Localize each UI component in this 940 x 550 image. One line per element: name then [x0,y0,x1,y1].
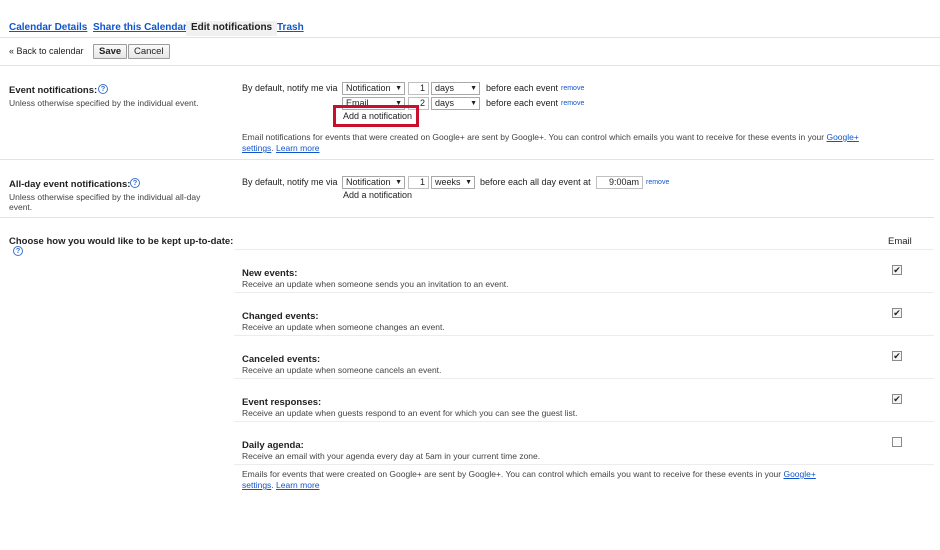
notification-unit-value: weeks [435,177,461,187]
changed-events-title: Changed events: [242,311,319,322]
notification-method-value: Notification [346,177,391,187]
event-responses-checkbox[interactable]: ✔ [892,394,902,404]
notification-method-select[interactable]: Notification ▼ [342,82,405,95]
google-plus-note-text: Emails for events that were created on G… [242,469,784,479]
row-divider [234,335,934,336]
changed-events-checkbox[interactable]: ✔ [892,308,902,318]
event-notifications-subtitle: Unless otherwise specified by the indivi… [9,98,199,108]
before-allday-label: before each all day event at [480,177,591,187]
remove-notification-link[interactable]: remove [561,85,584,92]
changed-events-desc: Receive an update when someone changes a… [242,322,445,332]
canceled-events-title: Canceled events: [242,354,321,365]
notification-amount-input[interactable]: 1 [408,82,429,95]
notification-unit-select[interactable]: days ▼ [431,82,480,95]
event-responses-title: Event responses: [242,397,322,408]
google-plus-settings-link[interactable]: settings [242,480,271,490]
allday-notifications-title: All-day event notifications: [9,179,131,190]
help-icon[interactable]: ? [98,84,108,94]
google-plus-note: Emails for events that were created on G… [242,469,816,490]
google-plus-settings-link[interactable]: Google+ [826,132,858,142]
learn-more-link[interactable]: Learn more [276,143,319,153]
add-notification-link[interactable]: Add a notification [343,111,412,121]
notification-unit-select[interactable]: days ▼ [431,97,480,110]
chevron-down-icon: ▼ [470,100,477,107]
daily-agenda-desc: Receive an email with your agenda every … [242,451,541,461]
canceled-events-desc: Receive an update when someone cancels a… [242,365,442,375]
notification-unit-value: days [435,98,455,108]
email-column-header: Email [888,236,912,247]
chevron-down-icon: ▼ [470,85,477,92]
before-each-event-label: before each event [486,98,559,108]
new-events-desc: Receive an update when someone sends you… [242,279,509,289]
notification-method-value: Notification [346,83,391,93]
daily-agenda-checkbox[interactable] [892,437,902,447]
new-events-checkbox[interactable]: ✔ [892,265,902,275]
tab-edit-notifications[interactable]: Edit notifications [186,21,278,36]
daily-agenda-title: Daily agenda: [242,440,304,451]
remove-notification-link[interactable]: remove [646,179,669,186]
row-divider [234,378,934,379]
default-notify-label: By default, notify me via [242,177,338,187]
add-notification-link[interactable]: Add a notification [343,190,412,200]
toolbar-divider [0,65,940,66]
tabs-divider [0,37,940,38]
google-plus-note: Email notifications for events that were… [242,132,859,153]
canceled-events-checkbox[interactable]: ✔ [892,351,902,361]
tab-calendar-details[interactable]: Calendar Details [9,22,87,35]
tab-share-calendar[interactable]: Share this Calendar [93,22,187,35]
google-plus-settings-link[interactable]: Google+ [783,469,815,479]
allday-notifications-subtitle: Unless otherwise specified by the indivi… [9,192,201,202]
help-icon[interactable]: ? [13,246,23,256]
save-button[interactable]: Save [93,44,128,59]
event-responses-desc: Receive an update when guests respond to… [242,408,578,418]
chevron-down-icon: ▼ [395,85,402,92]
row-divider [234,421,934,422]
time-input[interactable]: 9:00am [596,176,643,189]
chevron-down-icon: ▼ [395,179,402,186]
notification-unit-value: days [435,83,455,93]
default-notify-label: By default, notify me via [242,83,338,93]
section-divider [0,217,934,218]
row-divider [234,292,934,293]
remove-notification-link[interactable]: remove [561,100,584,107]
event-notifications-title: Event notifications: [9,85,98,96]
google-plus-settings-link[interactable]: settings [242,143,271,153]
notification-unit-select[interactable]: weeks ▼ [431,176,475,189]
cancel-button[interactable]: Cancel [128,44,170,59]
row-divider [234,249,934,250]
section-divider [0,159,934,160]
google-plus-note-text: Email notifications for events that were… [242,132,827,142]
help-icon[interactable]: ? [130,178,140,188]
allday-notifications-subtitle: event. [9,202,33,212]
before-each-event-label: before each event [486,83,559,93]
updates-title: Choose how you would like to be kept up-… [9,236,234,247]
learn-more-link[interactable]: Learn more [276,480,319,490]
row-divider [234,464,934,465]
notification-method-select[interactable]: Notification ▼ [342,176,405,189]
notification-amount-input[interactable]: 1 [408,176,429,189]
chevron-down-icon: ▼ [465,179,472,186]
back-to-calendar-link[interactable]: « Back to calendar [9,46,84,56]
new-events-title: New events: [242,268,298,279]
tab-trash[interactable]: Trash [277,22,304,35]
